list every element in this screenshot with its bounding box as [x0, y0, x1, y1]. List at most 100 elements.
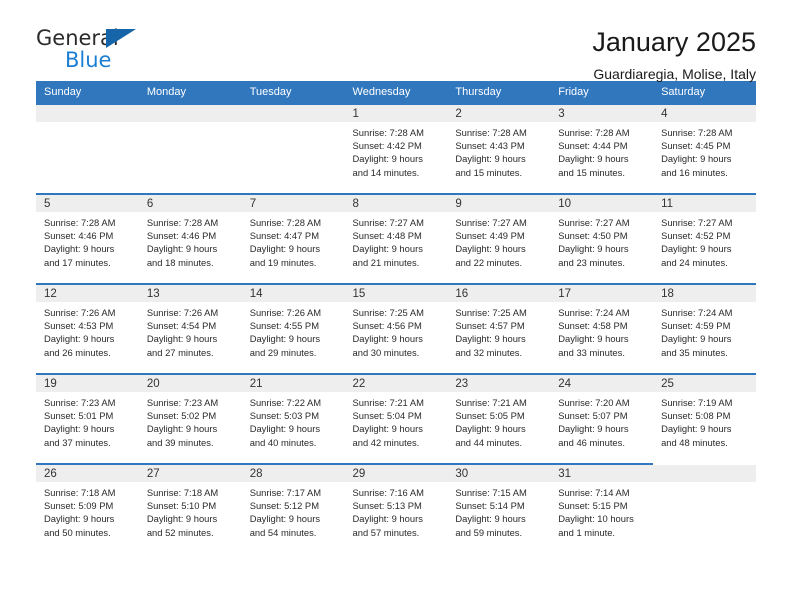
day-cell[interactable]: Sunrise: 7:20 AM Sunset: 5:07 PM Dayligh…: [550, 392, 654, 464]
day-cell[interactable]: Sunrise: 7:17 AM Sunset: 5:12 PM Dayligh…: [241, 482, 345, 554]
page-header: General Blue January 2025 Guardiaregia, …: [36, 0, 756, 82]
day-cell[interactable]: Sunrise: 7:19 AM Sunset: 5:08 PM Dayligh…: [653, 392, 756, 464]
day-sun-info: Sunrise: 7:17 AM Sunset: 5:12 PM Dayligh…: [249, 487, 322, 538]
day-number[interactable]: 31: [550, 463, 654, 482]
day-number-empty: [653, 463, 756, 482]
day-cell[interactable]: Sunrise: 7:23 AM Sunset: 5:01 PM Dayligh…: [36, 392, 139, 464]
day-sun-info: Sunrise: 7:27 AM Sunset: 4:50 PM Dayligh…: [558, 217, 630, 268]
day-cell[interactable]: Sunrise: 7:18 AM Sunset: 5:10 PM Dayligh…: [138, 482, 242, 554]
day-cell[interactable]: Sunrise: 7:27 AM Sunset: 4:52 PM Dayligh…: [653, 212, 756, 284]
day-number[interactable]: 22: [344, 373, 448, 392]
day-number[interactable]: 7: [241, 193, 345, 212]
day-number[interactable]: 21: [241, 373, 345, 392]
day-cell[interactable]: Sunrise: 7:26 AM Sunset: 4:55 PM Dayligh…: [241, 302, 345, 374]
day-number[interactable]: 27: [138, 463, 242, 482]
day-cell[interactable]: Sunrise: 7:28 AM Sunset: 4:42 PM Dayligh…: [344, 122, 448, 194]
day-cell[interactable]: Sunrise: 7:24 AM Sunset: 4:59 PM Dayligh…: [653, 302, 756, 374]
day-sun-info: Sunrise: 7:28 AM Sunset: 4:45 PM Dayligh…: [661, 127, 733, 178]
day-cell[interactable]: Sunrise: 7:21 AM Sunset: 5:04 PM Dayligh…: [344, 392, 448, 464]
week-number-row: 12 13 14 15 16 17 18: [36, 283, 756, 302]
day-number[interactable]: 9: [447, 193, 551, 212]
day-sun-info: Sunrise: 7:18 AM Sunset: 5:10 PM Dayligh…: [146, 487, 219, 538]
weekday-header-wednesday: Wednesday: [344, 81, 448, 104]
day-cell[interactable]: Sunrise: 7:27 AM Sunset: 4:48 PM Dayligh…: [344, 212, 448, 284]
day-number[interactable]: 29: [344, 463, 448, 482]
day-cell[interactable]: Sunrise: 7:28 AM Sunset: 4:44 PM Dayligh…: [550, 122, 654, 194]
week-info-row: Sunrise: 7:18 AM Sunset: 5:09 PM Dayligh…: [36, 482, 756, 554]
day-cell-empty: [138, 122, 242, 194]
day-sun-info: Sunrise: 7:19 AM Sunset: 5:08 PM Dayligh…: [661, 397, 733, 448]
day-sun-info: Sunrise: 7:26 AM Sunset: 4:53 PM Dayligh…: [44, 307, 116, 358]
day-cell[interactable]: Sunrise: 7:24 AM Sunset: 4:58 PM Dayligh…: [550, 302, 654, 374]
day-cell-empty: [653, 482, 756, 554]
day-number[interactable]: 18: [653, 283, 756, 302]
day-cell[interactable]: Sunrise: 7:26 AM Sunset: 4:53 PM Dayligh…: [36, 302, 139, 374]
day-number[interactable]: 30: [447, 463, 551, 482]
week-number-row: 5 6 7 8 9 10 11: [36, 193, 756, 212]
day-number[interactable]: 2: [447, 103, 551, 122]
day-number[interactable]: 5: [36, 193, 139, 212]
day-number[interactable]: 20: [138, 373, 242, 392]
calendar-weekday-header: Sunday Monday Tuesday Wednesday Thursday…: [36, 81, 756, 104]
day-number[interactable]: 6: [138, 193, 242, 212]
day-number[interactable]: 13: [138, 283, 242, 302]
day-sun-info: Sunrise: 7:28 AM Sunset: 4:46 PM Dayligh…: [146, 217, 219, 268]
week-number-row: 19 20 21 22 23 24 25: [36, 373, 756, 392]
day-sun-info: Sunrise: 7:14 AM Sunset: 5:15 PM Dayligh…: [558, 487, 634, 538]
calendar-table: Sunday Monday Tuesday Wednesday Thursday…: [36, 81, 756, 554]
day-cell[interactable]: Sunrise: 7:27 AM Sunset: 4:49 PM Dayligh…: [447, 212, 551, 284]
day-cell[interactable]: Sunrise: 7:26 AM Sunset: 4:54 PM Dayligh…: [138, 302, 242, 374]
day-number[interactable]: 16: [447, 283, 551, 302]
day-number[interactable]: 14: [241, 283, 345, 302]
day-cell[interactable]: Sunrise: 7:15 AM Sunset: 5:14 PM Dayligh…: [447, 482, 551, 554]
day-sun-info: Sunrise: 7:23 AM Sunset: 5:02 PM Dayligh…: [146, 397, 219, 448]
day-sun-info: Sunrise: 7:20 AM Sunset: 5:07 PM Dayligh…: [558, 397, 630, 448]
day-number[interactable]: 1: [344, 103, 448, 122]
general-blue-logo: General Blue: [36, 26, 156, 74]
day-cell[interactable]: Sunrise: 7:14 AM Sunset: 5:15 PM Dayligh…: [550, 482, 654, 554]
day-cell[interactable]: Sunrise: 7:16 AM Sunset: 5:13 PM Dayligh…: [344, 482, 448, 554]
weekday-header-sunday: Sunday: [36, 81, 139, 104]
day-sun-info: Sunrise: 7:28 AM Sunset: 4:47 PM Dayligh…: [249, 217, 322, 268]
day-number[interactable]: 4: [653, 103, 756, 122]
day-number[interactable]: 25: [653, 373, 756, 392]
day-sun-info: Sunrise: 7:25 AM Sunset: 4:57 PM Dayligh…: [455, 307, 527, 358]
day-number[interactable]: 28: [241, 463, 345, 482]
day-number[interactable]: 10: [550, 193, 654, 212]
day-cell[interactable]: Sunrise: 7:18 AM Sunset: 5:09 PM Dayligh…: [36, 482, 139, 554]
week-number-row: 26 27 28 29 30 31: [36, 463, 756, 482]
day-cell[interactable]: Sunrise: 7:28 AM Sunset: 4:46 PM Dayligh…: [36, 212, 139, 284]
day-cell[interactable]: Sunrise: 7:22 AM Sunset: 5:03 PM Dayligh…: [241, 392, 345, 464]
day-sun-info: Sunrise: 7:25 AM Sunset: 4:56 PM Dayligh…: [352, 307, 424, 358]
day-cell[interactable]: Sunrise: 7:25 AM Sunset: 4:57 PM Dayligh…: [447, 302, 551, 374]
weekday-header-thursday: Thursday: [447, 81, 551, 104]
day-sun-info: Sunrise: 7:16 AM Sunset: 5:13 PM Dayligh…: [352, 487, 424, 538]
day-cell[interactable]: Sunrise: 7:27 AM Sunset: 4:50 PM Dayligh…: [550, 212, 654, 284]
day-number[interactable]: 3: [550, 103, 654, 122]
day-sun-info: Sunrise: 7:27 AM Sunset: 4:52 PM Dayligh…: [661, 217, 733, 268]
day-sun-info: Sunrise: 7:24 AM Sunset: 4:58 PM Dayligh…: [558, 307, 630, 358]
day-number[interactable]: 12: [36, 283, 139, 302]
day-number[interactable]: 26: [36, 463, 139, 482]
day-cell[interactable]: Sunrise: 7:23 AM Sunset: 5:02 PM Dayligh…: [138, 392, 242, 464]
day-cell[interactable]: Sunrise: 7:28 AM Sunset: 4:43 PM Dayligh…: [447, 122, 551, 194]
triangle-logo-icon: [106, 29, 136, 48]
day-number[interactable]: 11: [653, 193, 756, 212]
day-number[interactable]: 19: [36, 373, 139, 392]
day-sun-info: Sunrise: 7:26 AM Sunset: 4:55 PM Dayligh…: [249, 307, 322, 358]
day-number[interactable]: 23: [447, 373, 551, 392]
day-number-empty: [138, 103, 242, 122]
day-number[interactable]: 15: [344, 283, 448, 302]
day-number[interactable]: 8: [344, 193, 448, 212]
day-sun-info: Sunrise: 7:18 AM Sunset: 5:09 PM Dayligh…: [44, 487, 116, 538]
day-cell[interactable]: Sunrise: 7:21 AM Sunset: 5:05 PM Dayligh…: [447, 392, 551, 464]
day-sun-info: Sunrise: 7:22 AM Sunset: 5:03 PM Dayligh…: [249, 397, 322, 448]
day-cell[interactable]: Sunrise: 7:28 AM Sunset: 4:47 PM Dayligh…: [241, 212, 345, 284]
day-cell[interactable]: Sunrise: 7:28 AM Sunset: 4:45 PM Dayligh…: [653, 122, 756, 194]
day-number[interactable]: 24: [550, 373, 654, 392]
day-number[interactable]: 17: [550, 283, 654, 302]
day-cell[interactable]: Sunrise: 7:28 AM Sunset: 4:46 PM Dayligh…: [138, 212, 242, 284]
day-sun-info: Sunrise: 7:28 AM Sunset: 4:42 PM Dayligh…: [352, 127, 424, 178]
weekday-header-friday: Friday: [550, 81, 654, 104]
day-cell[interactable]: Sunrise: 7:25 AM Sunset: 4:56 PM Dayligh…: [344, 302, 448, 374]
